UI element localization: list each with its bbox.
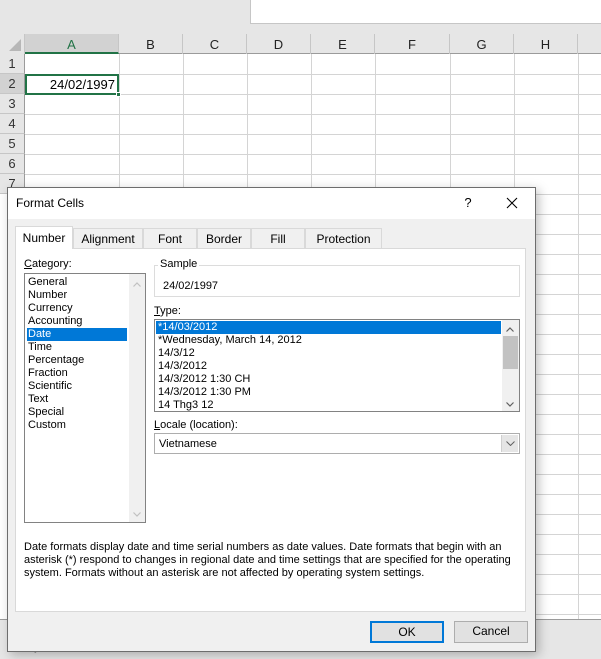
type-scroll-thumb[interactable] [503,336,518,369]
chevron-down-icon [506,402,514,407]
type-item[interactable]: 14/3/2012 1:30 PM [156,386,501,399]
ok-button[interactable]: OK [370,621,444,643]
cancel-button[interactable]: Cancel [454,621,528,643]
chevron-down-icon [133,512,141,517]
category-item-currency[interactable]: Currency [27,302,127,315]
category-label-text: ategory: [31,258,72,270]
tab-fill[interactable]: Fill [251,228,305,248]
type-item[interactable]: *14/03/2012 [156,321,501,334]
category-label-accel: C [24,258,32,270]
chevron-up-icon [133,282,141,287]
locale-dropdown[interactable]: Vietnamese [154,433,520,454]
category-scroll-up[interactable] [129,276,145,290]
type-item[interactable]: 14/3/12 [156,347,501,360]
tab-alignment[interactable]: Alignment [73,228,143,248]
cell-a2[interactable]: 24/02/1997 [25,74,119,95]
tab-protection[interactable]: Protection [305,228,382,248]
sample-label: Sample [158,258,200,270]
sample-value: 24/02/1997 [163,280,219,292]
type-item[interactable]: 14 Thg3 12 [156,399,501,412]
chevron-down-icon [505,441,515,447]
column-header-g[interactable]: G [450,34,514,54]
category-label: Category: [24,258,72,270]
column-header-b[interactable]: B [119,34,183,54]
category-item-scientific[interactable]: Scientific [27,380,127,393]
locale-label: Locale (location): [154,419,238,431]
number-tab-panel: Category: General Number Currency Accoun… [15,248,526,612]
column-header-a[interactable]: A [25,34,119,54]
category-scroll-down[interactable] [129,506,145,520]
type-label: Type: [154,305,181,317]
category-item-custom[interactable]: Custom [27,419,127,432]
category-item-percentage[interactable]: Percentage [27,354,127,367]
chevron-up-icon [506,327,514,332]
column-header-c[interactable]: C [183,34,247,54]
format-cells-dialog: Format Cells ? Number Alignment Font Bor… [7,187,536,652]
category-item-number[interactable]: Number [27,289,127,302]
column-header-e[interactable]: E [311,34,375,54]
column-header-d[interactable]: D [247,34,311,54]
category-description: Date formats display date and time seria… [24,541,511,579]
locale-label-text: ocale (location): [160,419,238,431]
type-scrollbar[interactable] [502,320,519,411]
row-header-3[interactable]: 3 [0,94,25,114]
type-listbox[interactable]: *14/03/2012 *Wednesday, March 14, 2012 1… [154,319,520,412]
fill-handle[interactable] [116,92,121,97]
dialog-title: Format Cells [16,196,85,210]
category-item-date[interactable]: Date [27,328,127,341]
category-item-text[interactable]: Text [27,393,127,406]
category-item-general[interactable]: General [27,276,127,289]
row-header-6[interactable]: 6 [0,154,25,174]
type-item[interactable]: 14/3/2012 1:30 CH [156,373,501,386]
row-header-5[interactable]: 5 [0,134,25,154]
type-scroll-down[interactable] [502,396,518,410]
formula-bar[interactable] [250,0,601,24]
row-header-4[interactable]: 4 [0,114,25,134]
dialog-titlebar[interactable]: Format Cells ? [8,188,535,219]
select-all-button[interactable] [0,34,25,54]
tab-font[interactable]: Font [143,228,197,248]
gridline-vertical [578,54,579,619]
locale-value: Vietnamese [159,438,217,450]
type-scroll-up[interactable] [502,321,518,335]
row-header-1[interactable]: 1 [0,54,25,74]
help-button[interactable]: ? [458,192,478,214]
type-label-text: ype: [160,305,181,317]
column-header-f[interactable]: F [375,34,450,54]
category-item-fraction[interactable]: Fraction [27,367,127,380]
category-item-special[interactable]: Special [27,406,127,419]
row-header-2[interactable]: 2 [0,74,25,94]
type-item[interactable]: 14/3/2012 [156,360,501,373]
close-button[interactable] [498,192,526,214]
close-icon [506,197,518,209]
locale-dropdown-button[interactable] [501,435,518,452]
tab-number[interactable]: Number [15,226,73,249]
category-item-time[interactable]: Time [27,341,127,354]
tab-border[interactable]: Border [197,228,251,248]
column-header-h[interactable]: H [514,34,578,54]
category-item-accounting[interactable]: Accounting [27,315,127,328]
category-scrollbar[interactable] [129,274,145,522]
category-listbox[interactable]: General Number Currency Accounting Date … [24,273,146,523]
type-item[interactable]: *Wednesday, March 14, 2012 [156,334,501,347]
